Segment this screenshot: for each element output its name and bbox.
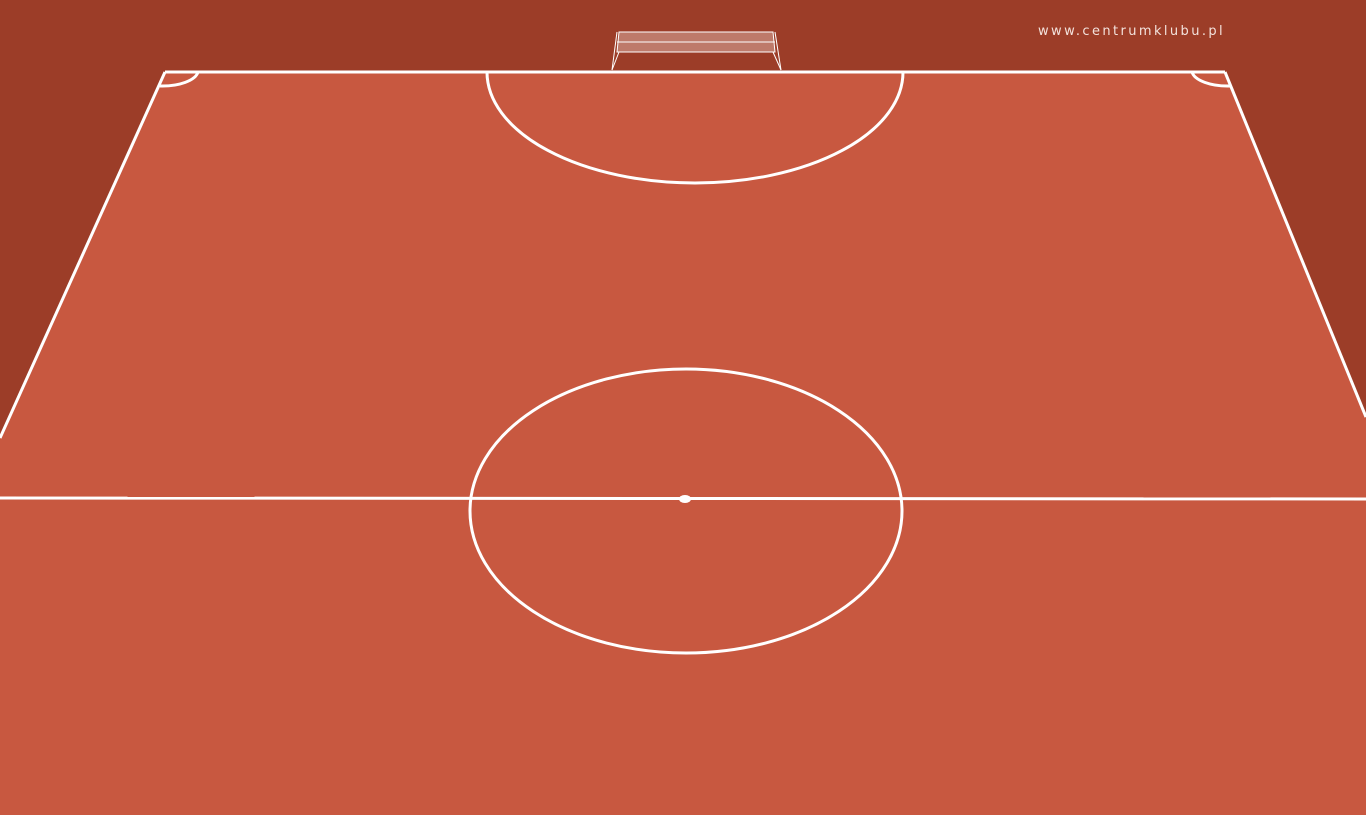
- watermark-text: www.centrumklubu.pl: [1038, 24, 1226, 39]
- center-spot: [679, 495, 691, 503]
- pitch-canvas: [0, 0, 1366, 815]
- futsal-pitch-diagram: www.centrumklubu.pl: [0, 0, 1366, 815]
